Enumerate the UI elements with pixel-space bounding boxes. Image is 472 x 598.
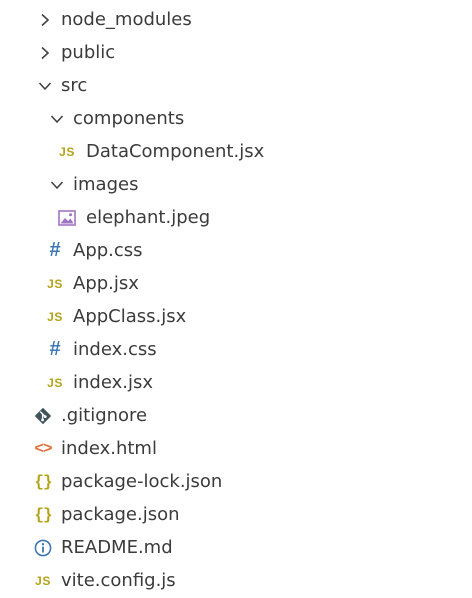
tree-item-label: DataComponent.jsx xyxy=(86,141,265,162)
javascript-icon: JS xyxy=(35,573,51,588)
image-icon xyxy=(55,201,79,234)
chevron-right-icon[interactable] xyxy=(33,3,57,36)
tree-item-label: index.jsx xyxy=(73,372,153,393)
javascript-icon: JS xyxy=(59,144,75,159)
css-icon: # xyxy=(49,239,61,261)
git-icon xyxy=(31,399,55,432)
javascript-icon: JS xyxy=(47,375,63,390)
tree-item-label: src xyxy=(61,75,88,96)
tree-item-readme-md[interactable]: README.md xyxy=(0,531,472,564)
tree-item-label: index.css xyxy=(73,339,157,360)
tree-item-label: elephant.jpeg xyxy=(86,207,211,228)
chevron-down-icon[interactable] xyxy=(33,69,57,102)
html-icon: <> xyxy=(34,439,52,458)
tree-item-label: App.css xyxy=(73,240,143,261)
chevron-right-icon[interactable] xyxy=(33,36,57,69)
tree-item-label: vite.config.js xyxy=(61,570,176,591)
tree-item-public[interactable]: public xyxy=(0,36,472,69)
tree-item-app-css[interactable]: # App.css xyxy=(0,234,472,267)
json-icon: {} xyxy=(34,505,52,524)
tree-item-label: App.jsx xyxy=(73,273,139,294)
tree-item-label: .gitignore xyxy=(61,405,148,426)
tree-item-label: components xyxy=(73,108,185,129)
file-explorer-tree: node_modules public src components JS Da… xyxy=(0,0,472,598)
tree-item-app-jsx[interactable]: JS App.jsx xyxy=(0,267,472,300)
javascript-icon: JS xyxy=(47,309,63,324)
tree-item-appclass-jsx[interactable]: JS AppClass.jsx xyxy=(0,300,472,333)
tree-item-label: package.json xyxy=(61,504,180,525)
tree-item-package-lock-json[interactable]: {} package-lock.json xyxy=(0,465,472,498)
tree-item-gitignore[interactable]: .gitignore xyxy=(0,399,472,432)
tree-item-images[interactable]: images xyxy=(0,168,472,201)
tree-item-label: public xyxy=(61,42,116,63)
chevron-down-icon[interactable] xyxy=(45,102,69,135)
tree-item-label: node_modules xyxy=(61,9,192,30)
tree-item-label: README.md xyxy=(61,537,173,558)
tree-item-package-json[interactable]: {} package.json xyxy=(0,498,472,531)
javascript-icon: JS xyxy=(47,276,63,291)
json-icon: {} xyxy=(34,472,52,491)
tree-item-components[interactable]: components xyxy=(0,102,472,135)
tree-item-label: AppClass.jsx xyxy=(73,306,187,327)
tree-item-label: index.html xyxy=(61,438,157,459)
tree-item-vite-config-js[interactable]: JS vite.config.js xyxy=(0,564,472,597)
css-icon: # xyxy=(49,338,61,360)
info-icon xyxy=(31,531,55,564)
chevron-down-icon[interactable] xyxy=(45,168,69,201)
tree-item-src[interactable]: src xyxy=(0,69,472,102)
tree-item-index-css[interactable]: # index.css xyxy=(0,333,472,366)
tree-item-node-modules[interactable]: node_modules xyxy=(0,3,472,36)
tree-item-index-jsx[interactable]: JS index.jsx xyxy=(0,366,472,399)
tree-item-label: images xyxy=(73,174,139,195)
tree-item-elephant-jpeg[interactable]: elephant.jpeg xyxy=(0,201,472,234)
tree-item-datacomponent-jsx[interactable]: JS DataComponent.jsx xyxy=(0,135,472,168)
tree-item-label: package-lock.json xyxy=(61,471,223,492)
tree-item-index-html[interactable]: <> index.html xyxy=(0,432,472,465)
